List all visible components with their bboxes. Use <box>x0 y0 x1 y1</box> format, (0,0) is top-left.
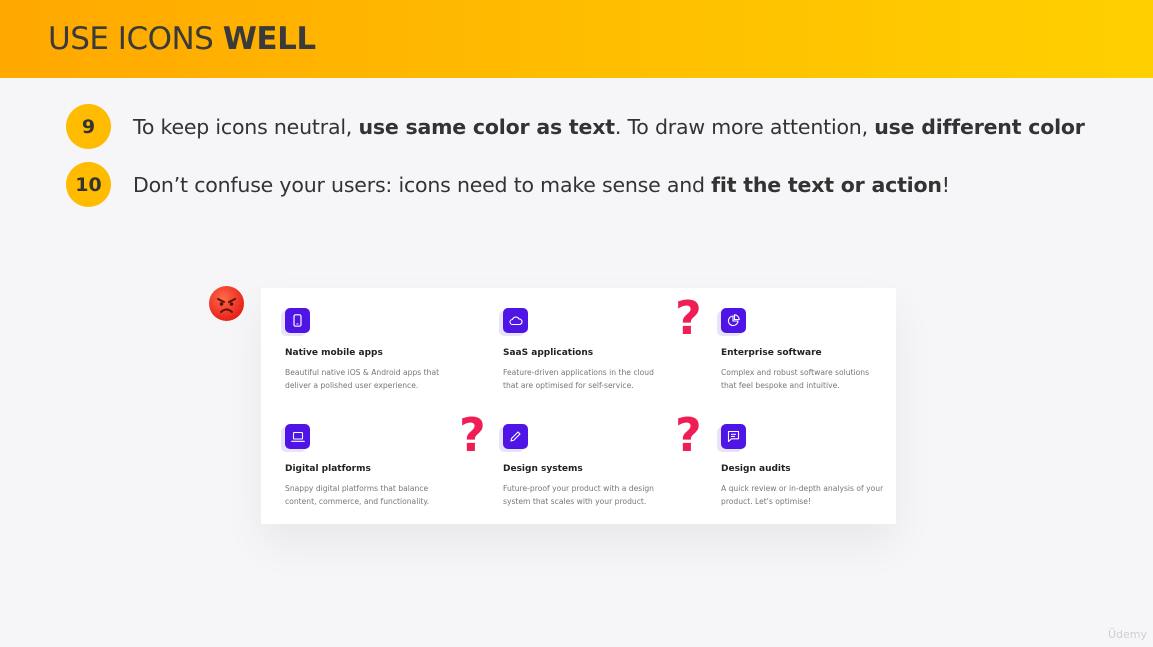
rule-text-part: Don’t confuse your users: icons need to … <box>133 172 712 197</box>
pencil-icon <box>499 424 528 452</box>
service-name: SaaS applications <box>503 348 594 358</box>
service-desc-line: product. Let's optimise! <box>721 497 811 506</box>
service-desc-line: system that scales with your product. <box>503 497 647 506</box>
rule-text-part: ! <box>941 172 950 197</box>
service-desc-line: deliver a polished user experience. <box>285 381 419 390</box>
rule-text: Don’t confuse your users: icons need to … <box>133 173 950 197</box>
example-services-card: Native mobile apps Beautiful native iOS … <box>261 288 896 524</box>
rule-text-emphasis: use same color as text <box>358 114 615 139</box>
service-desc-line: that feel bespoke and intuitive. <box>721 381 840 390</box>
rule-text-part: To keep icons neutral, <box>133 114 359 139</box>
service-description: Complex and robust software solutions tha… <box>721 366 911 392</box>
service-name: Design audits <box>721 464 791 474</box>
service-saas-applications: SaaS applications Feature-driven applica… <box>499 308 693 392</box>
angry-face-icon <box>209 286 244 321</box>
service-design-systems: Design systems Future-proof your product… <box>499 424 693 508</box>
service-desc-line: Future-proof your product with a design <box>503 484 654 493</box>
service-enterprise-software: Enterprise software Complex and robust s… <box>717 308 911 392</box>
service-name: Enterprise software <box>721 348 822 358</box>
title-light: USE ICONS <box>48 21 223 57</box>
rule-text-emphasis: use different color <box>874 114 1085 139</box>
service-name: Design systems <box>503 464 583 474</box>
service-desc-line: Snappy digital platforms that balance <box>285 484 429 493</box>
service-design-audits: Design audits A quick review or in-depth… <box>717 424 911 508</box>
laptop-icon <box>281 424 310 452</box>
service-name: Native mobile apps <box>285 348 383 358</box>
rule-item-10: 10 Don’t confuse your users: icons need … <box>66 162 950 207</box>
watermark-logo: Ūdemy <box>1107 628 1147 641</box>
service-desc-line: A quick review or in-depth analysis of y… <box>721 484 884 493</box>
rule-text-emphasis: fit the text or action <box>711 172 942 197</box>
service-desc-line: Beautiful native iOS & Android apps that <box>285 368 440 377</box>
service-description: A quick review or in-depth analysis of y… <box>721 482 911 508</box>
service-desc-line: Feature-driven applications in the cloud <box>503 368 654 377</box>
rule-text: To keep icons neutral, use same color as… <box>133 115 1085 139</box>
rule-number-badge: 9 <box>66 104 111 149</box>
pie-chart-icon <box>717 308 746 336</box>
service-description: Future-proof your product with a design s… <box>503 482 693 508</box>
title-bold: WELL <box>222 21 316 57</box>
service-description: Beautiful native iOS & Android apps that… <box>285 366 475 392</box>
service-desc-line: Complex and robust software solutions <box>721 368 870 377</box>
service-description: Snappy digital platforms that balance con… <box>285 482 475 508</box>
service-desc-line: content, commerce, and functionality. <box>285 497 430 506</box>
service-description: Feature-driven applications in the cloud… <box>503 366 693 392</box>
rule-text-part: . To draw more attention, <box>614 114 875 139</box>
service-name: Digital platforms <box>285 464 371 474</box>
service-digital-platforms: Digital platforms Snappy digital platfor… <box>281 424 475 508</box>
service-native-mobile-apps: Native mobile apps Beautiful native iOS … <box>281 308 475 392</box>
message-square-icon <box>717 424 746 452</box>
service-desc-line: that are optimised for self-service. <box>503 381 634 390</box>
cloud-icon <box>499 308 528 336</box>
rule-item-9: 9 To keep icons neutral, use same color … <box>66 104 1085 149</box>
slide-title: USE ICONS WELL <box>48 21 316 57</box>
smartphone-icon <box>281 308 310 336</box>
header-banner: USE ICONS WELL <box>0 0 1153 78</box>
rule-number-badge: 10 <box>66 162 111 207</box>
